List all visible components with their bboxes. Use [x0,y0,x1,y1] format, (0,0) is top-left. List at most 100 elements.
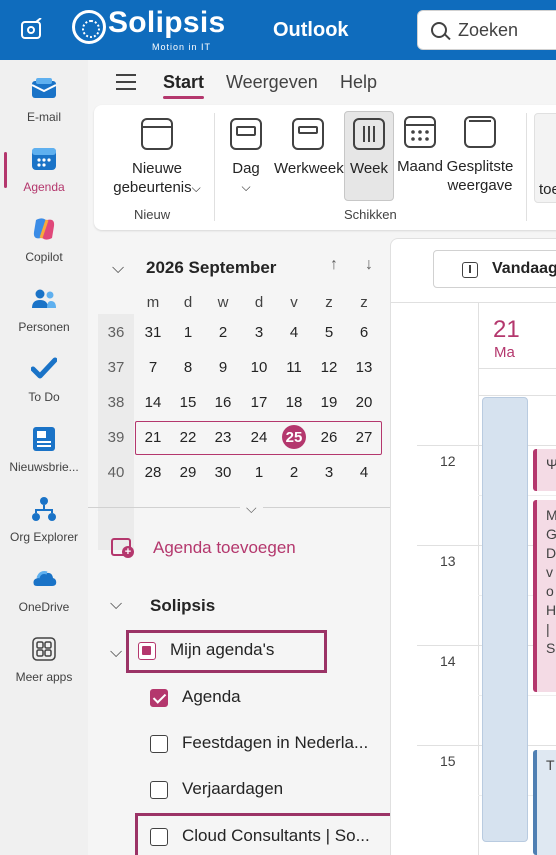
mini-calendar-day[interactable]: 7 [135,359,171,376]
calendar-item-verjaardagen[interactable]: Verjaardagen [150,776,390,806]
mini-calendar-day[interactable]: 8 [170,359,206,376]
rail-label: Meer apps [15,670,73,684]
arrow-down-icon[interactable]: ↓ [365,256,373,274]
mini-calendar-day[interactable]: 6 [346,324,382,341]
calendar-group-solipsis[interactable]: ⌵ Solipsis [110,592,390,622]
chevron-down-icon: ⌵ [241,180,251,194]
copilot-icon [33,218,55,240]
mini-calendar-day[interactable]: 22 [170,429,206,446]
new-event-button[interactable]: Nieuwe gebeurtenis⌵ [102,117,212,198]
mini-calendar-day[interactable]: 14 [135,394,171,411]
rail-item-nieuwsbrief[interactable]: Nieuwsbrie... [0,416,88,486]
ribbon: Nieuwe gebeurtenis⌵ Nieuw Dag ⌵ Werkweek [94,105,556,230]
arrow-up-icon[interactable]: ↑ [330,256,338,274]
tab-help[interactable]: Help [340,72,377,93]
search-input[interactable] [458,19,556,41]
search-box[interactable] [417,10,556,50]
workweek-view-icon [292,118,324,150]
rail-label: Nieuwsbrie... [9,460,79,474]
day-view-icon [230,118,262,150]
mini-calendar-day[interactable]: 26 [311,429,347,446]
calendar-event[interactable]: M G D v o H | S [533,500,556,692]
rail-item-agenda[interactable]: Agenda [0,136,88,206]
day-header-number[interactable]: 21 [493,316,520,344]
weekday-label: z [325,294,333,311]
calendar-item-agenda[interactable]: Agenda [150,684,390,714]
grid-line [390,302,556,303]
chevron-down-icon: ⌵ [110,644,123,661]
view-month-button[interactable]: Maand [396,115,444,176]
grid-line [478,302,479,855]
rail-item-meer-apps[interactable]: Meer apps [0,626,88,696]
mini-calendar-day[interactable]: 12 [311,359,347,376]
mini-calendar-day[interactable]: 1 [170,324,206,341]
mini-calendar-day[interactable]: 18 [276,394,312,411]
checkbox[interactable] [150,781,168,799]
mini-calendar-day[interactable]: 16 [205,394,241,411]
view-workweek-button[interactable]: Werkweek [274,117,344,178]
org-explorer-icon [32,497,56,521]
mini-calendar-day[interactable]: 5 [311,324,347,341]
day-block[interactable] [482,397,528,842]
week-number[interactable]: 39 [98,429,134,446]
today-button[interactable]: Vandaag [433,250,556,288]
app-title: Outlook [273,19,349,41]
app-launcher-icon[interactable] [20,18,44,42]
mini-calendar-day[interactable]: 20 [346,394,382,411]
mini-calendar-day[interactable]: 2 [205,324,241,341]
rail-item-email[interactable]: E-mail [0,66,88,136]
chevron-down-icon[interactable]: ⌵ [112,260,124,278]
mini-calendar-day[interactable]: 3 [241,324,277,341]
mini-calendar-day[interactable]: 3 [311,464,347,481]
mini-calendar-day[interactable]: 4 [346,464,382,481]
checkbox[interactable] [150,735,168,753]
week-number[interactable]: 37 [98,359,134,376]
week-number[interactable]: 36 [98,324,134,341]
mini-calendar-day[interactable]: 27 [346,429,382,446]
mini-calendar-day[interactable]: 1 [241,464,277,481]
mini-calendar-day[interactable]: 17 [241,394,277,411]
mini-calendar-day[interactable]: 11 [276,359,312,376]
mini-calendar-day[interactable]: 9 [205,359,241,376]
mini-calendar-day[interactable]: 24 [241,429,277,446]
tab-weergeven[interactable]: Weergeven [226,72,318,93]
calendar-item-feestdagen[interactable]: Feestdagen in Nederla... [150,730,390,760]
mini-calendar-day[interactable]: 28 [135,464,171,481]
chevron-down-icon[interactable]: ⌵ [240,500,263,517]
mini-calendar-day[interactable]: 25 [276,425,312,449]
split-view-button[interactable]: Gesplitste weergave [444,115,516,195]
rail-item-todo[interactable]: To Do [0,346,88,416]
mini-calendar-day[interactable]: 15 [170,394,206,411]
mini-calendar-day[interactable]: 31 [135,324,171,341]
new-event-icon [141,118,173,150]
mini-calendar-day[interactable]: 21 [135,429,171,446]
rail-item-personen[interactable]: Personen [0,276,88,346]
mini-calendar-day[interactable]: 29 [170,464,206,481]
mini-calendar-day[interactable]: 23 [205,429,241,446]
add-calendar-button[interactable]: + Agenda toevoegen [108,534,348,564]
mini-calendar-day[interactable]: 10 [241,359,277,376]
rail-item-copilot[interactable]: Copilot [0,206,88,276]
mini-calendar-day[interactable]: 13 [346,359,382,376]
mini-calendar-day[interactable]: 2 [276,464,312,481]
rail-item-org-explorer[interactable]: Org Explorer [0,486,88,556]
new-event-label-2: gebeurtenis⌵ [102,178,212,198]
view-day-button[interactable]: Dag ⌵ [226,117,266,197]
mini-calendar-day[interactable]: 19 [311,394,347,411]
view-week-button[interactable]: Week [344,111,394,201]
week-number[interactable]: 40 [98,464,134,481]
view-week-label: Week [349,160,389,177]
split-view-label-1: Gesplitste [446,158,514,175]
mini-calendar-day[interactable]: 30 [205,464,241,481]
calendar-event[interactable]: Ψ [533,449,556,491]
calendar-pane [390,238,556,855]
calendar-event[interactable]: T [533,750,556,855]
week-number[interactable]: 38 [98,394,134,411]
checkbox[interactable] [150,689,168,707]
ribbon-overflow-button[interactable]: toe [534,113,556,203]
hamburger-menu-icon[interactable] [116,74,136,90]
tab-start[interactable]: Start [163,72,205,99]
new-event-label-1: Nieuwe [131,160,183,177]
mini-calendar-day[interactable]: 4 [276,324,312,341]
rail-item-onedrive[interactable]: OneDrive [0,556,88,626]
